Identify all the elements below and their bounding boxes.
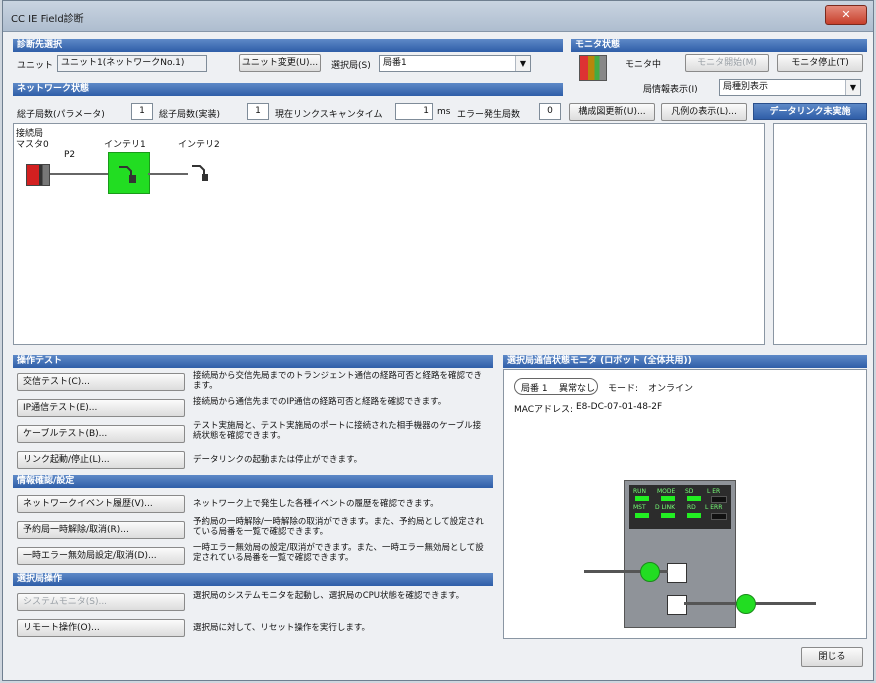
network-map[interactable]: 接続局 マスタ0 インテリ1 インテリ2 P2 [13, 123, 765, 345]
led-label: MST [633, 504, 646, 511]
mac-value: E8-DC-07-01-48-2F [576, 402, 663, 412]
network-event-history-button[interactable]: ネットワークイベント履歴(V)... [17, 495, 185, 513]
led-label: D LINK [655, 504, 676, 511]
link-start-stop-desc: データリンクの起動または停止ができます。 [193, 455, 363, 465]
info-section-header: 情報確認/設定 [13, 475, 493, 488]
network-section-header: ネットワーク状態 [13, 83, 563, 96]
title-bar: CC IE Field診断 ✕ [3, 1, 873, 32]
monitor-stop-button[interactable]: モニタ停止(T) [777, 54, 863, 72]
port-label: P2 [64, 150, 76, 160]
unit-change-button[interactable]: ユニット変更(U)... [239, 54, 321, 72]
tab-data-link[interactable]: データリンク未実施 [753, 103, 867, 120]
ip-test-button[interactable]: IP通信テスト(E)... [17, 399, 185, 417]
stations-param-label: 総子局数(パラメータ) [17, 110, 105, 120]
led [661, 496, 675, 501]
close-button[interactable]: 閉じる [801, 647, 863, 667]
reserved-station-button[interactable]: 予約局一時解除/取消(R)... [17, 521, 185, 539]
communication-test-desc: 接続局から交信先局までのトランジェント通信の経路可否と経路を確認できます。 [193, 371, 483, 391]
selected-op-section-header: 選択局操作 [13, 573, 493, 586]
main-window: CC IE Field診断 ✕ 診断先選択 ユニット ユニット1(ネットワークN… [2, 0, 874, 681]
legend-button[interactable]: 凡例の表示(L)... [661, 103, 747, 121]
error-invalid-station-desc: 一時エラー無効局の設定/取消ができます。また、一時エラー無効局として設定されてい… [193, 543, 484, 563]
link-line [50, 173, 108, 175]
mac-label: MACアドレス: [514, 405, 574, 415]
station-info-select[interactable]: 局種別表示 ▼ [719, 79, 861, 96]
ip-test-desc: 接続局から通信先までのIP通信の経路可否と経路を確認できます。 [193, 397, 447, 407]
led [687, 496, 701, 501]
node2-station-icon[interactable] [190, 160, 216, 184]
monitor-section-header: モニタ状態 [571, 39, 867, 52]
window-title: CC IE Field診断 [11, 14, 84, 25]
link-start-stop-button[interactable]: リンク起動/停止(L)... [17, 451, 185, 469]
station-badge: 局番 1 [521, 384, 548, 394]
cable-test-button[interactable]: ケーブルテスト(B)... [17, 425, 185, 443]
port2-status-dot [736, 594, 756, 614]
data-link-panel [773, 123, 867, 345]
station-status-pill: 局番 1 異常なし [514, 378, 598, 395]
system-monitor-desc: 選択局のシステムモニタを起動し、選択局のCPU状態を確認できます。 [193, 591, 465, 601]
error-stations-value: 0 [539, 103, 561, 120]
update-diagram-button[interactable]: 構成図更新(U)... [569, 103, 655, 121]
cable-test-desc: テスト実施局と、テスト実施局のポートに接続された相手機器のケーブル接続状態を確認… [193, 421, 482, 441]
communication-test-button[interactable]: 交信テスト(C)... [17, 373, 185, 391]
port2-icon [667, 595, 687, 615]
error-stations-label: エラー発生局数 [457, 110, 521, 120]
station-label: 選択局(S) [331, 61, 371, 71]
port1-status-dot [640, 562, 660, 582]
op-test-section-header: 操作テスト [13, 355, 493, 368]
led [661, 513, 675, 518]
station-monitor-panel: 局番 1 異常なし モード: オンライン MACアドレス: E8-DC-07-0… [503, 369, 867, 639]
led [687, 513, 701, 518]
network-event-history-desc: ネットワーク上で発生した各種イベントの履歴を確認できます。 [193, 499, 439, 509]
stations-actual-label: 総子局数(実装) [159, 110, 221, 120]
stations-actual-value: 1 [247, 103, 269, 120]
monitor-status-text: モニタ中 [625, 60, 662, 70]
led [711, 496, 727, 503]
system-monitor-button[interactable]: システムモニタ(S)... [17, 593, 185, 611]
chevron-down-icon[interactable]: ▼ [515, 56, 530, 71]
station-select[interactable]: 局番1 ▼ [379, 55, 531, 72]
station-info-select-value: 局種別表示 [723, 82, 769, 92]
master-station-icon[interactable] [26, 164, 50, 186]
monitor-start-button[interactable]: モニタ開始(M) [685, 54, 769, 72]
node2-label: インテリ2 [178, 140, 220, 150]
station-info-label: 局情報表示(I) [643, 85, 698, 95]
scan-time-label: 現在リンクスキャンタイム [275, 110, 383, 120]
port1-icon [667, 563, 687, 583]
led-label: L ER [707, 488, 721, 495]
mode-value: オンライン [648, 384, 694, 394]
node1-station-icon[interactable] [108, 152, 150, 194]
unit-label: ユニット [17, 61, 54, 71]
reserved-station-desc: 予約局の一時解除/一時解除の取消ができます。また、予約局として設定されている局番… [193, 517, 484, 537]
led [635, 513, 649, 518]
monitor-status-icon [579, 55, 607, 81]
mode-label: モード: [608, 384, 639, 394]
node1-label: インテリ1 [104, 140, 146, 150]
remote-operation-button[interactable]: リモート操作(O)... [17, 619, 185, 637]
led-label: RUN [633, 488, 647, 495]
unit-field: ユニット1(ネットワークNo.1) [57, 55, 207, 72]
scan-time-value: 1 [395, 103, 433, 120]
led-label: RD [687, 504, 696, 511]
scan-time-unit: ms [437, 107, 451, 117]
link-line [148, 173, 188, 175]
error-invalid-station-button[interactable]: 一時エラー無効局設定/取消(D)... [17, 547, 185, 565]
station-monitor-section-header: 選択局通信状態モニタ (ロボット (全体共用)) [503, 355, 867, 368]
target-section-header: 診断先選択 [13, 39, 563, 52]
led-panel: RUN MODE SD L ER MST D LINK RD L ERR [629, 485, 731, 529]
remote-operation-desc: 選択局に対して、リセット操作を実行します。 [193, 623, 370, 633]
chevron-down-icon[interactable]: ▼ [845, 80, 860, 95]
stations-param-value: 1 [131, 103, 153, 120]
station-select-value: 局番1 [383, 58, 407, 68]
status-badge: 異常なし [559, 384, 596, 394]
led [711, 513, 727, 520]
client-area: 診断先選択 ユニット ユニット1(ネットワークNo.1) ユニット変更(U)..… [13, 39, 867, 671]
window-close-button[interactable]: ✕ [825, 5, 867, 25]
led-label: MODE [657, 488, 676, 495]
master-label: マスタ0 [16, 140, 49, 150]
device-illustration: RUN MODE SD L ER MST D LINK RD L ERR [624, 480, 736, 628]
led [635, 496, 649, 501]
led-label: L ERR [705, 504, 723, 511]
led-label: SD [685, 488, 694, 495]
